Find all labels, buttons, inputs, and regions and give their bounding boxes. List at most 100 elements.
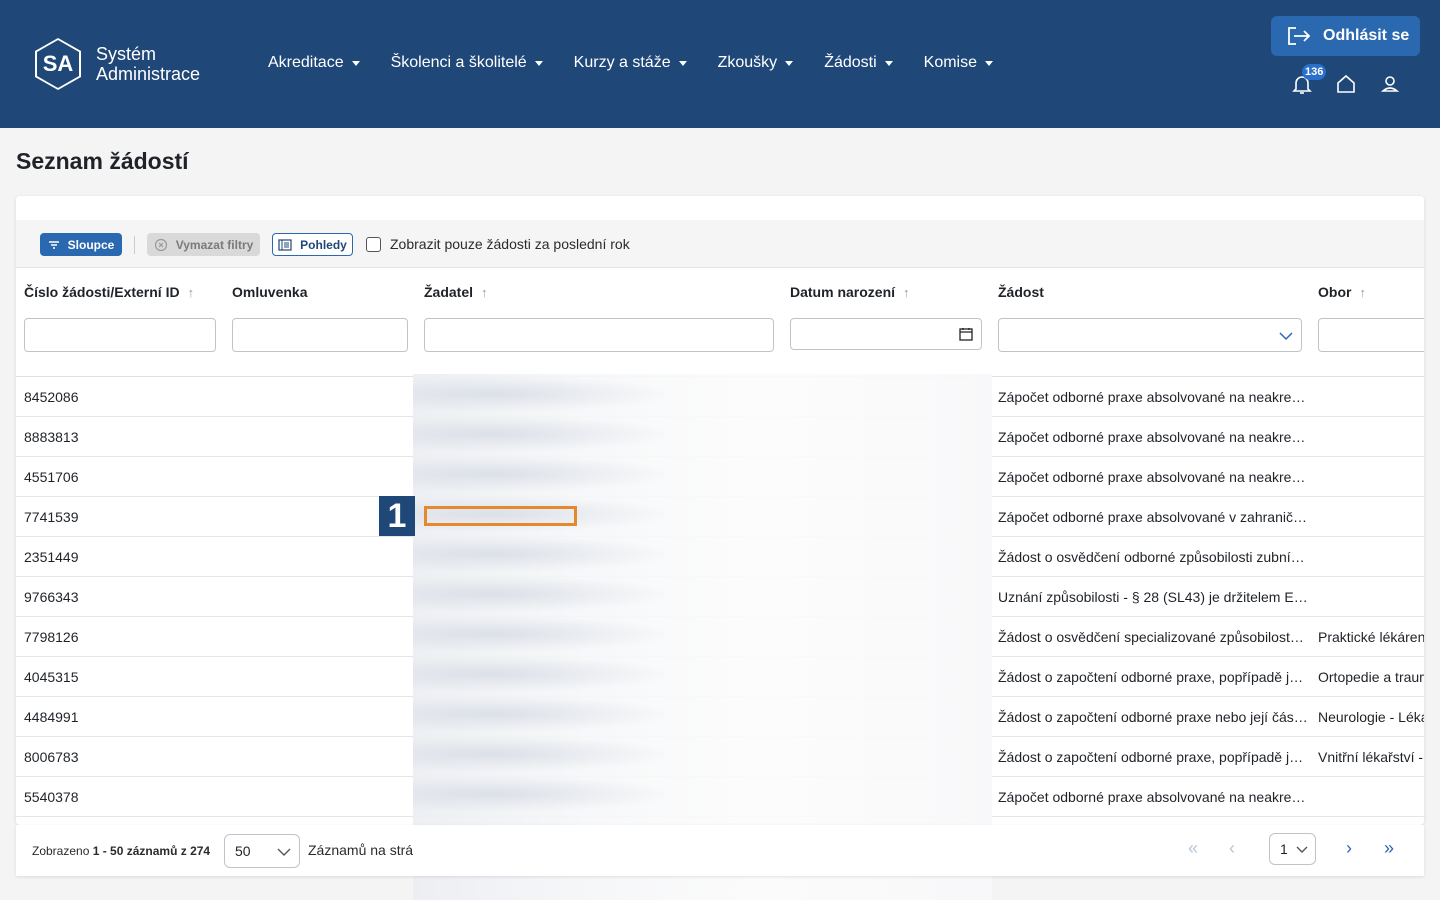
blur-band [413, 454, 992, 494]
user-icon[interactable] [1378, 72, 1402, 96]
caret-down-icon [678, 60, 687, 66]
nav-akreditace[interactable]: Akreditace [268, 52, 360, 74]
blur-band [413, 414, 992, 454]
blurred-region [413, 374, 992, 900]
blur-band [413, 654, 992, 694]
cell-field: Neurologie - Léka [1318, 709, 1424, 725]
col-header-field[interactable]: Obor ↑ [1318, 284, 1366, 300]
filter-applicant-input[interactable] [424, 318, 774, 352]
cell-field [1318, 577, 1424, 617]
col-header-label: Omluvenka [232, 284, 308, 300]
page-select[interactable]: 1 [1269, 833, 1316, 865]
col-header-label: Obor [1318, 284, 1352, 300]
filter-field-input[interactable] [1318, 318, 1424, 352]
blur-band [413, 534, 992, 574]
cell-request: Žádost o započtení odborné praxe nebo je… [998, 709, 1308, 725]
blur-band [413, 694, 992, 734]
filter-id-input[interactable] [24, 318, 216, 352]
nav-komise[interactable]: Komise [923, 52, 994, 74]
nav-kurzy[interactable]: Kurzy a stáže [574, 52, 687, 74]
filter-birthdate-input[interactable] [790, 318, 982, 350]
cell-request: Žádost o osvědčení odborné způsobilosti … [998, 549, 1305, 565]
cell-request: Zápočet odborné praxe absolvované na nea… [998, 469, 1306, 485]
cell-field: Praktické lékáren [1318, 629, 1424, 645]
cell-request: Zápočet odborné praxe absolvované v zahr… [998, 509, 1307, 525]
sort-arrow-icon[interactable]: ↑ [1359, 285, 1366, 300]
cell-id: 4045315 [24, 669, 79, 685]
filter-excuse-input[interactable] [232, 318, 408, 352]
caret-down-icon [534, 60, 543, 66]
page-size-value: 50 [235, 843, 251, 859]
records-summary: Zobrazeno 1 - 50 záznamů z 274 [32, 844, 210, 858]
blur-band [413, 774, 992, 814]
nav-zkousky[interactable]: Zkoušky [718, 52, 794, 74]
cell-id: 7741539 [24, 509, 79, 525]
col-header-label: Datum narození [790, 284, 896, 300]
caret-down-icon [351, 60, 360, 66]
col-header-birthdate[interactable]: Datum narození ↑ [790, 284, 910, 300]
page-size-label: Záznamů na strá [308, 842, 414, 858]
blur-band [413, 374, 992, 414]
cell-field [1318, 497, 1424, 537]
nav-label: Komise [923, 54, 978, 71]
sort-arrow-icon[interactable]: ↑ [481, 285, 488, 300]
last-year-label[interactable]: Zobrazit pouze žádosti za poslední rok [390, 236, 630, 252]
sort-arrow-icon[interactable]: ↑ [188, 285, 195, 300]
page-size-select[interactable]: 50 [224, 834, 300, 868]
caret-down-icon [785, 60, 794, 66]
next-page-icon[interactable]: › [1346, 838, 1352, 859]
cell-id: 7798126 [24, 629, 79, 645]
nav-label: Žádosti [824, 54, 877, 71]
chevron-down-icon [277, 848, 291, 856]
filter-lines-icon [48, 240, 59, 249]
clear-circle-icon [154, 238, 167, 251]
views-button[interactable]: Pohledy [272, 233, 353, 256]
home-icon[interactable] [1334, 72, 1358, 96]
last-year-checkbox[interactable] [366, 237, 381, 252]
records-prefix: Zobrazeno [32, 844, 93, 858]
main-nav: Akreditace Školenci a školitelé Kurzy a … [268, 52, 1024, 74]
sort-arrow-icon[interactable]: ↑ [903, 285, 910, 300]
cell-id: 5540378 [24, 789, 79, 805]
nav-label: Školenci a školitelé [390, 54, 527, 71]
chevron-down-icon [1296, 846, 1308, 853]
first-page-icon[interactable]: « [1188, 838, 1198, 859]
col-header-request[interactable]: Žádost [998, 284, 1044, 300]
cell-id: 8006783 [24, 749, 79, 765]
nav-zadosti[interactable]: Žádosti [824, 52, 893, 74]
cell-field [1318, 457, 1424, 497]
cell-field: Ortopedie a traum [1318, 669, 1424, 685]
cell-request: Zápočet odborné praxe absolvované na nea… [998, 389, 1306, 405]
last-page-icon[interactable]: » [1384, 838, 1394, 859]
prev-page-icon[interactable]: ‹ [1229, 838, 1235, 859]
cell-id: 8883813 [24, 429, 79, 445]
filter-request-select[interactable] [998, 318, 1302, 352]
col-header-excuse[interactable]: Omluvenka [232, 284, 307, 300]
logout-button[interactable]: Odhlásit se [1271, 16, 1420, 56]
cell-id: 4551706 [24, 469, 79, 485]
brand-line-2: Administrace [96, 64, 201, 84]
blur-band [413, 574, 992, 614]
cell-field [1318, 377, 1424, 417]
page-title: Seznam žádostí [16, 148, 189, 174]
cell-id: 4484991 [24, 709, 79, 725]
blur-band [413, 614, 992, 654]
clear-filters-button[interactable]: Vymazat filtry [147, 233, 260, 256]
app-header: SA Systém Administrace Akreditace Školen… [0, 0, 1440, 128]
columns-label: Sloupce [67, 237, 115, 252]
col-header-applicant[interactable]: Žadatel ↑ [424, 284, 488, 300]
highlight-box[interactable] [424, 506, 577, 526]
nav-skolenci[interactable]: Školenci a školitelé [391, 52, 543, 74]
logout-icon [1288, 27, 1311, 45]
columns-button[interactable]: Sloupce [40, 233, 122, 256]
cell-request: Žádost o započtení odborné praxe, popříp… [998, 669, 1304, 685]
cell-field: Vnitřní lékařství - [1318, 749, 1424, 765]
col-header-id[interactable]: Číslo žádosti/Externí ID ↑ [24, 284, 194, 300]
brand-name[interactable]: Systém Administrace [96, 44, 200, 84]
calendar-icon[interactable] [959, 327, 973, 341]
annotation-marker: 1 [379, 496, 415, 536]
cell-request: Žádost o započtení odborné praxe, popříp… [998, 749, 1304, 765]
cell-request: Žádost o osvědčení specializované způsob… [998, 629, 1304, 645]
brand-line-1: Systém [96, 44, 157, 64]
logo-text: SA [42, 51, 74, 76]
